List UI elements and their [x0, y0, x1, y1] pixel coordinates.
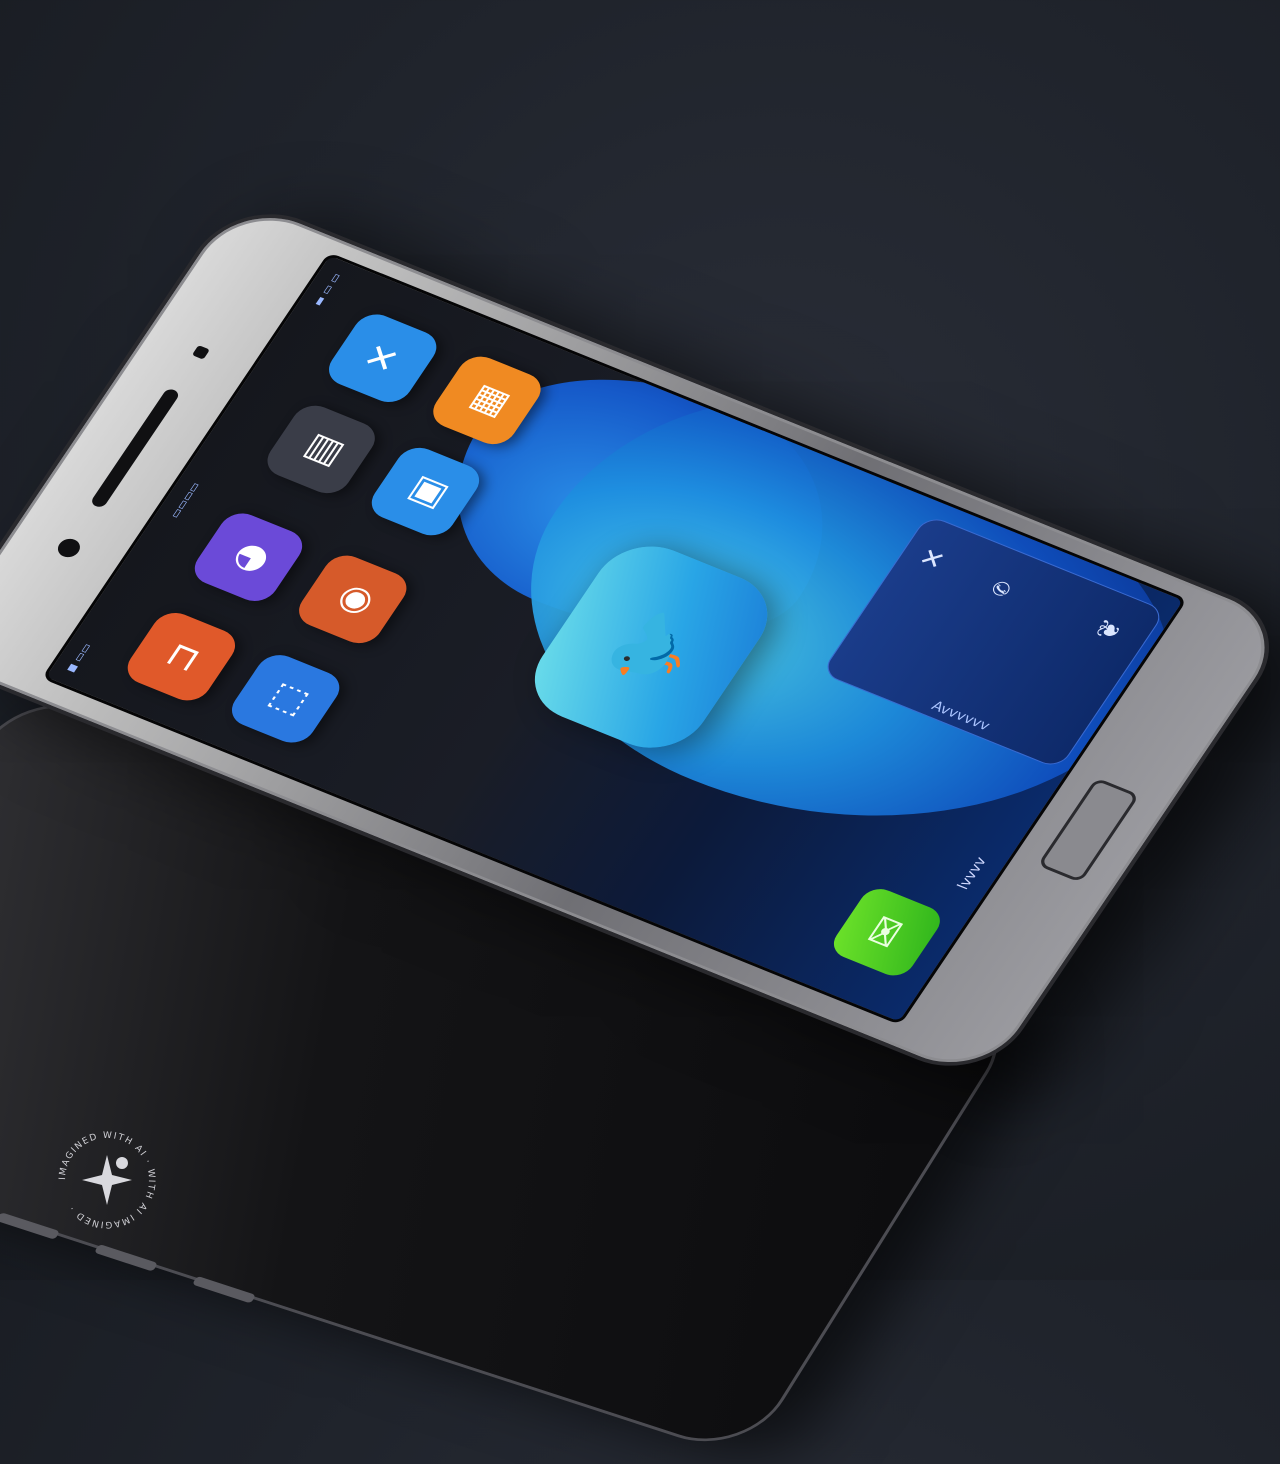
status-left-text: ◼ ▭▭ — [63, 641, 95, 675]
app-glyph: ✕ — [354, 337, 411, 379]
status-right-text: ▬ ▭ ▭ — [310, 271, 344, 308]
app-glyph: ⊐ — [153, 636, 210, 678]
app-glyph: ▤ — [292, 427, 351, 472]
orange-camera-icon[interactable]: ◉ — [290, 549, 415, 650]
phone-icon[interactable]: ✆ — [985, 577, 1017, 600]
app-glyph: ▦ — [458, 378, 516, 423]
carrier-text: ▭▭▭▭ — [167, 480, 203, 520]
blue-square-icon[interactable]: ⬚ — [223, 649, 348, 749]
scene: ◼ ▭▭ ▭▭▭▭ ▬ ▭ ▭ ⊐ ◕ ⬚ ▤ ◉ ✕ ▣ ▦ 🐦 ✕ ✆ Av… — [0, 0, 1280, 1460]
chat-glyph: ✉ — [855, 909, 919, 955]
bottom-text: lvvvv — [954, 855, 991, 892]
watermark-seal: IMAGINED WITH AI · WITH AI IMAGINED · — [58, 1131, 155, 1229]
leaf-icon[interactable]: ❦ — [1090, 615, 1131, 645]
dark-gallery-icon[interactable]: ▤ — [259, 399, 383, 500]
purple-chat-icon[interactable]: ◕ — [186, 507, 311, 607]
chat-icon[interactable]: ✉ — [826, 883, 948, 981]
app-glyph: ◉ — [324, 578, 381, 621]
side-button — [93, 1244, 159, 1272]
bird-glyph: 🐦 — [587, 595, 714, 699]
side-button — [191, 1275, 257, 1304]
blue-x-icon[interactable]: ✕ — [320, 308, 445, 408]
cross-icon[interactable]: ✕ — [913, 544, 954, 574]
app-glyph: ⬚ — [256, 676, 315, 721]
orange-square-icon[interactable]: ⊐ — [119, 607, 244, 707]
app-glyph: ▣ — [396, 469, 455, 514]
app-glyph: ◕ — [220, 536, 277, 579]
